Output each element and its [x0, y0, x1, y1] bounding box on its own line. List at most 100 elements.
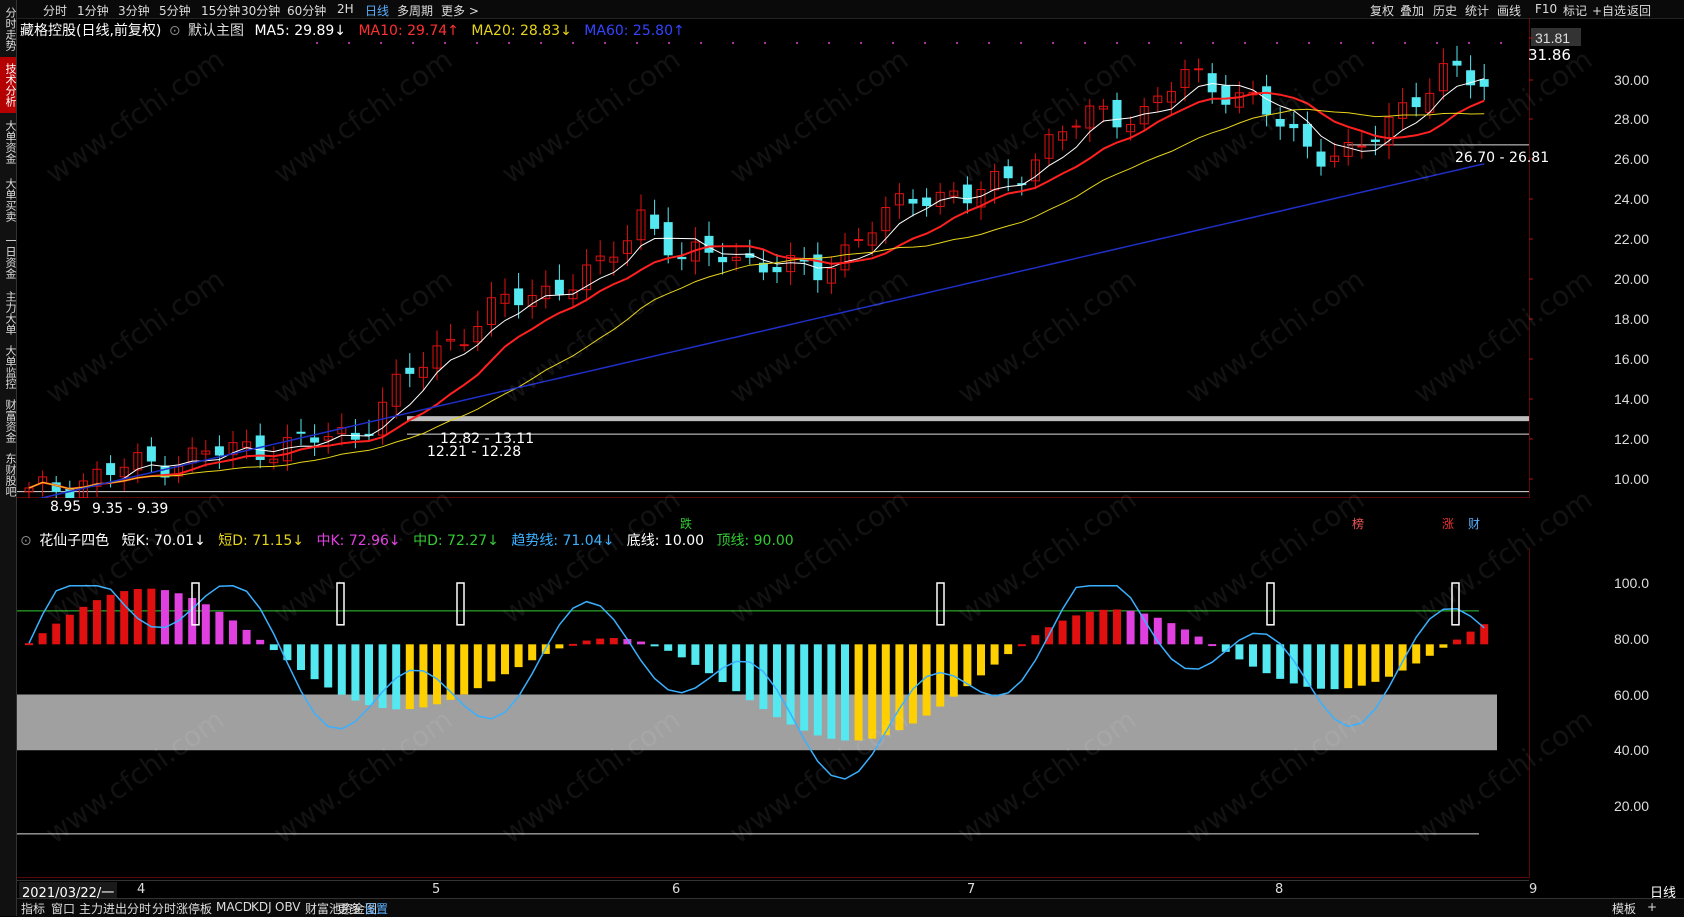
candlestick-chart[interactable] [17, 38, 1529, 498]
indicator-tab[interactable]: KDJ [251, 900, 272, 914]
indicator-bar [79, 606, 88, 645]
toolbar-button[interactable]: 画线 [1497, 2, 1521, 19]
indicator-bar [1140, 613, 1149, 645]
stock-name[interactable]: 藏格控股(日线,前复权) [20, 23, 161, 39]
indicator-bar [514, 644, 523, 668]
indicator-bar [1439, 644, 1448, 648]
toolbar-button[interactable]: 标记 [1563, 2, 1587, 19]
indicator-bar [1058, 620, 1067, 645]
signal-dot [1500, 42, 1502, 44]
period-tab[interactable]: 3分钟 [118, 2, 150, 19]
indicator-tab[interactable]: OBV [275, 900, 301, 914]
ma20-value: MA20: 28.83↓ [471, 23, 572, 39]
indicator-tick: 20.00 [1614, 798, 1649, 814]
indicator-bar [1167, 623, 1176, 645]
indicator-bar [1344, 644, 1353, 689]
toolbar-button[interactable]: 统计 [1465, 2, 1489, 19]
candle-body [854, 239, 864, 242]
signal-marker[interactable]: 财 [1468, 515, 1480, 532]
indicator-legend: ⊙ 花仙子四色 短K: 70.01↓ 短D: 71.15↓ 中K: 72.96↓… [20, 530, 802, 549]
indicator-bar [93, 600, 101, 645]
signal-marker[interactable]: 榜 [1352, 515, 1364, 532]
candle-body [908, 198, 918, 204]
signal-dot [1404, 42, 1406, 44]
signal-dot [1084, 42, 1086, 44]
candle-body [554, 279, 564, 295]
indicator-tab[interactable]: 主力进出分时 [79, 900, 151, 917]
ma5-line [28, 78, 1485, 490]
toolbar-button[interactable]: 历史 [1433, 2, 1457, 19]
settings-icon[interactable]: ⊙ [169, 23, 181, 39]
candle-body [1289, 123, 1299, 129]
period-tab[interactable]: 60分钟 [287, 2, 326, 19]
toolbar-button[interactable]: 复权 [1370, 2, 1394, 19]
period-tab[interactable]: 更多 > [441, 2, 479, 19]
candle-body [1207, 73, 1217, 93]
period-tab[interactable]: 15分钟 [201, 2, 240, 19]
indicator-tab[interactable]: 设置 [364, 900, 388, 917]
indicator-tab[interactable]: 更多 [337, 900, 361, 917]
indicator-tab[interactable]: 指标 [21, 900, 45, 917]
period-tab[interactable]: 30分钟 [241, 2, 280, 19]
indicator-bar [528, 644, 537, 661]
indicator-bar [1113, 609, 1121, 645]
candle-body [296, 431, 306, 434]
indicator-tab[interactable]: MACD [216, 900, 252, 914]
sidebar-item[interactable]: 主力大单 [0, 286, 17, 340]
sidebar-item[interactable]: 东财股吧 [0, 450, 17, 500]
indicator-chart[interactable] [17, 548, 1529, 878]
period-tab[interactable]: 日线 [365, 2, 389, 19]
template-button[interactable]: + [1647, 900, 1657, 914]
indicator-bar [1194, 636, 1203, 645]
indicator-name[interactable]: 花仙子四色 [39, 533, 109, 549]
indicator-tab[interactable]: 窗口 [51, 900, 75, 917]
signal-dot [1276, 42, 1278, 44]
indicator-bar [1031, 635, 1040, 645]
toolbar-button[interactable]: 返回 [1627, 2, 1651, 19]
indicator-bar [800, 644, 809, 731]
period-tab[interactable]: 分时 [43, 2, 67, 19]
candle-body [1275, 118, 1285, 127]
toolbar-button[interactable]: F10 [1535, 2, 1557, 16]
indicator-bar [473, 644, 482, 689]
sidebar-item[interactable]: 财富资金 [0, 394, 17, 448]
indicator-bar [977, 644, 985, 676]
sidebar-item[interactable]: 大单监控 [0, 342, 17, 392]
sidebar-item[interactable]: 一日资金 [0, 230, 17, 284]
signal-dot [1180, 42, 1182, 44]
signal-marker[interactable]: 涨 [1442, 515, 1454, 532]
signal-dot [700, 42, 702, 44]
signal-dot [444, 42, 446, 44]
indicator-tab[interactable]: 分时涨停板 [152, 900, 212, 917]
template-button[interactable]: 模板 [1612, 900, 1636, 917]
candle-body [106, 463, 116, 475]
signal-dot [1468, 42, 1470, 44]
signal-dot [828, 42, 830, 44]
candle-body [922, 197, 932, 207]
indicator-bar [120, 591, 129, 645]
period-tab[interactable]: 1分钟 [77, 2, 109, 19]
sidebar-item[interactable]: 大单资金 [0, 114, 17, 170]
indicator-tick: 60.00 [1614, 687, 1649, 703]
signal-dot [924, 42, 926, 44]
toolbar-button[interactable]: 叠加 [1400, 2, 1424, 19]
ma10-line [28, 91, 1485, 490]
period-tab[interactable]: 多周期 [397, 2, 433, 19]
signal-marker[interactable]: 跌 [680, 515, 692, 532]
sidebar-item[interactable]: 分时走势 [0, 2, 17, 56]
settings-icon[interactable]: ⊙ [20, 533, 32, 549]
candle-body [1194, 68, 1204, 71]
sidebar-item[interactable]: 大单买卖 [0, 172, 17, 228]
period-tab[interactable]: 2H [337, 2, 354, 16]
indicator-bar [1357, 644, 1366, 686]
toolbar-button[interactable]: +自选 [1592, 2, 1626, 19]
candle-body [1316, 151, 1326, 167]
indicator-bar [487, 644, 496, 682]
period-tab[interactable]: 5分钟 [159, 2, 191, 19]
indicator-bar [201, 604, 210, 645]
indicator-bar [827, 644, 836, 739]
top-value: 顶线: 90.00 [716, 533, 794, 549]
chart-name[interactable]: 默认主图 [188, 23, 244, 39]
sidebar-item[interactable]: 技术分析 [0, 57, 17, 113]
indicator-bar [147, 588, 156, 645]
